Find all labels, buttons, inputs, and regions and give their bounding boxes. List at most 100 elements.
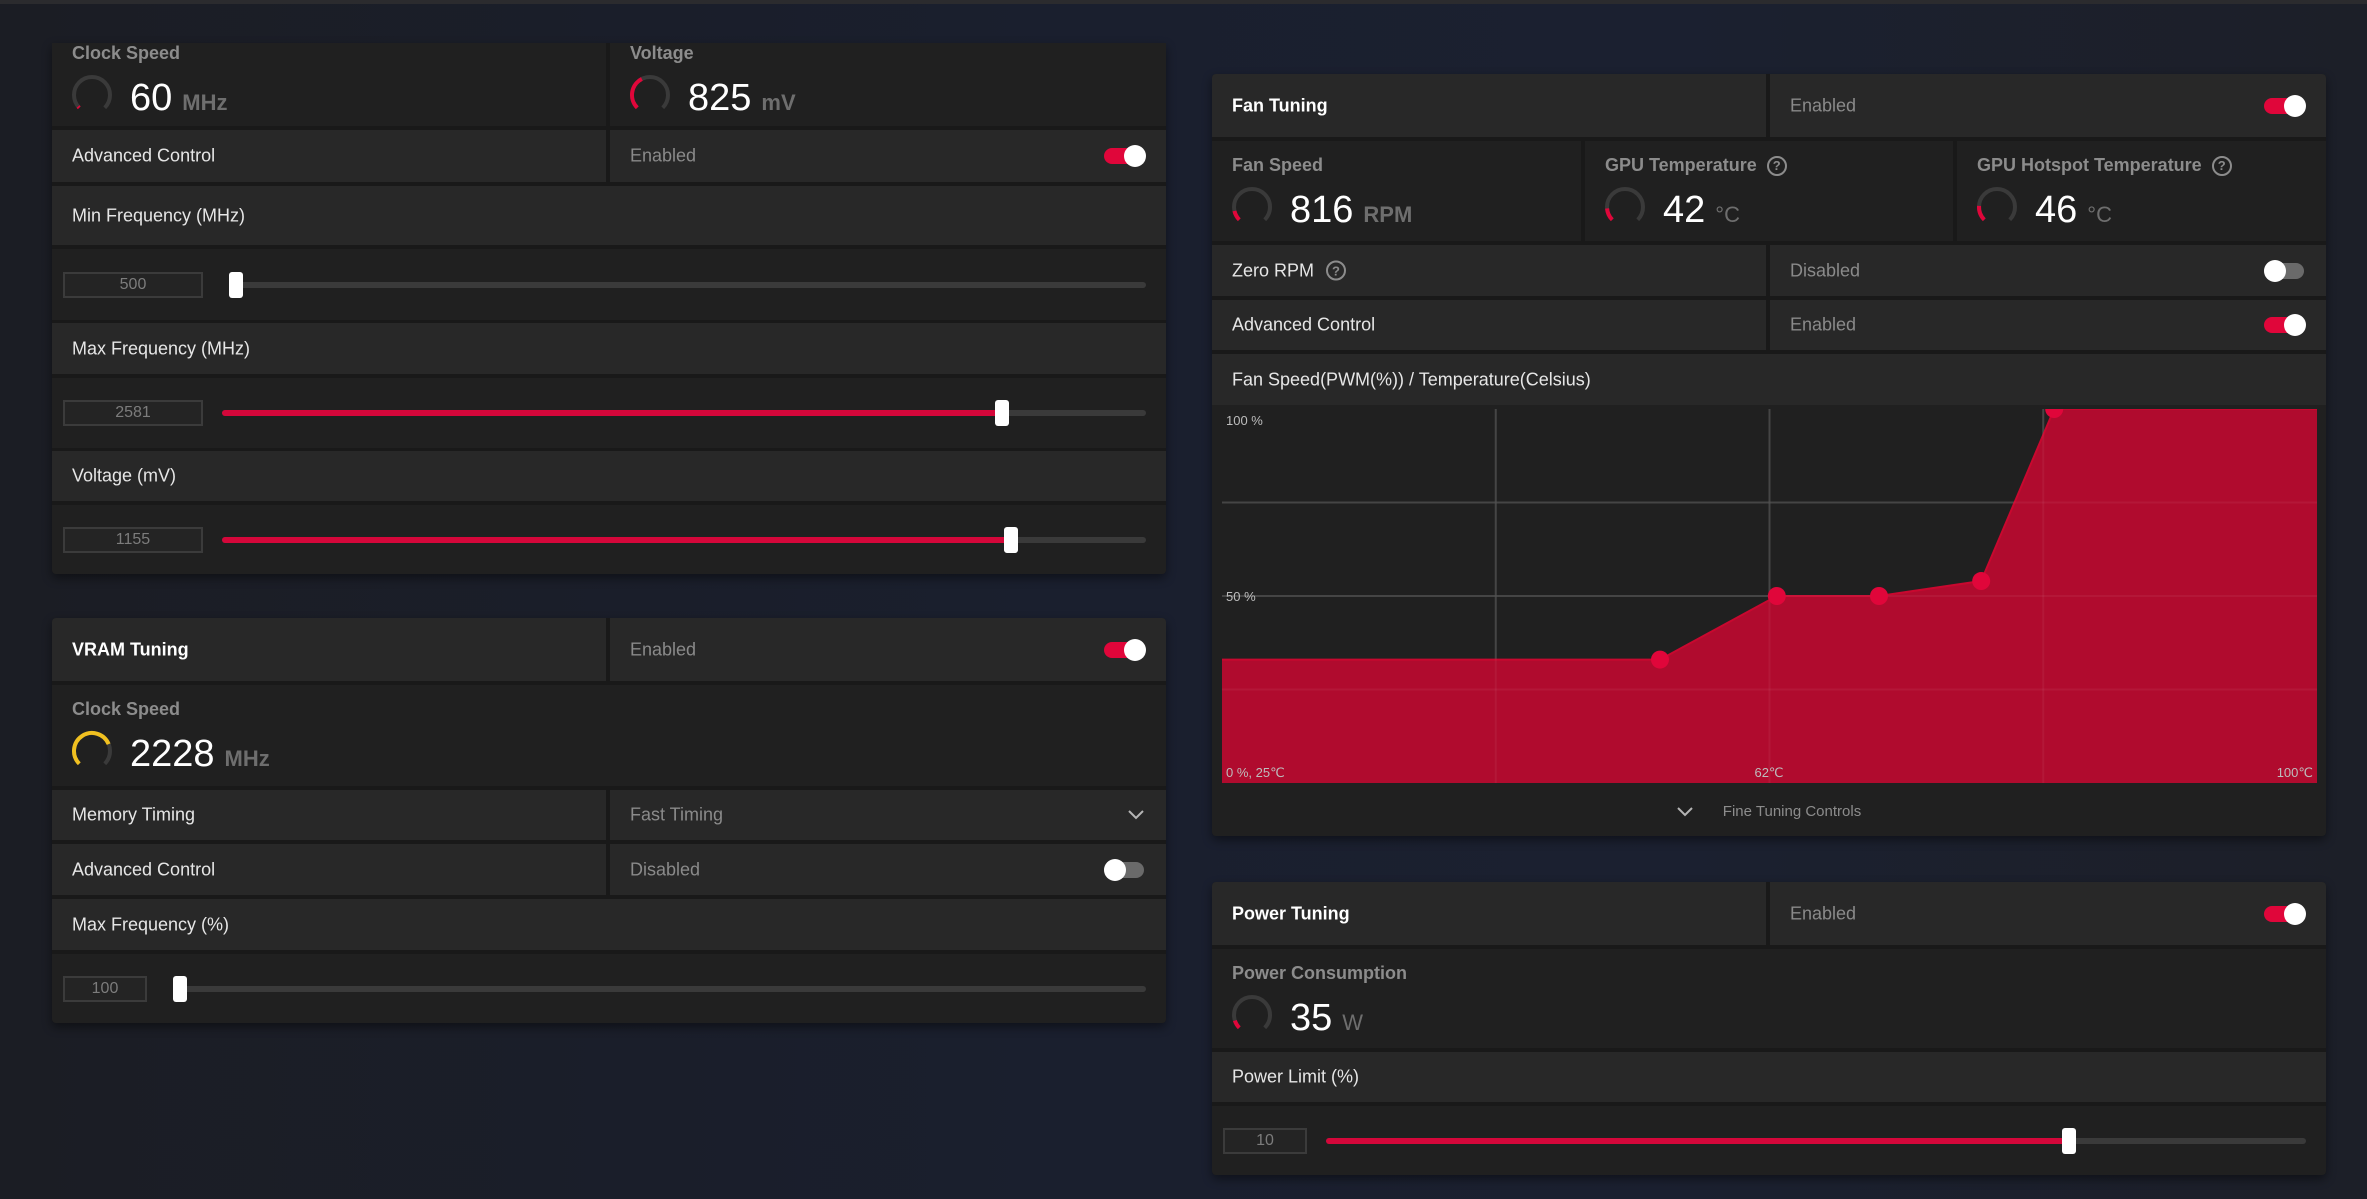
help-icon[interactable]: ? bbox=[2211, 155, 2232, 176]
origin-tick-label: 0 %, 25℃ bbox=[1226, 765, 1285, 780]
zero-rpm-label-cell: Zero RPM ? bbox=[1212, 245, 1766, 296]
max-frequency-slider[interactable] bbox=[222, 398, 1146, 428]
gpu-temperature-value: 42 bbox=[1663, 189, 1706, 231]
fan-tuning-title: Fan Tuning bbox=[1232, 95, 1328, 115]
vram-header-row: VRAM Tuning Enabled bbox=[52, 618, 1166, 681]
window-top-bar bbox=[0, 0, 2367, 4]
min-frequency-input[interactable]: 500 bbox=[63, 271, 203, 298]
y-tick-label-100: 100 % bbox=[1226, 413, 1263, 428]
gpu-advanced-control-toggle[interactable] bbox=[1104, 145, 1146, 167]
fan-status-cell: Enabled bbox=[1770, 74, 2326, 137]
fan-stats-row: Fan Speed 816 RPM GPU Temperature ? 42 °… bbox=[1212, 141, 2326, 241]
fan-speed-value-group: 816 RPM bbox=[1230, 185, 1412, 229]
slider-thumb[interactable] bbox=[229, 271, 243, 298]
zero-rpm-status: Disabled bbox=[1790, 260, 1861, 280]
gpu-temperature-stat: GPU Temperature ? 42 °C bbox=[1585, 141, 1953, 241]
fan-tuning-toggle[interactable] bbox=[2264, 94, 2306, 117]
help-icon[interactable]: ? bbox=[1766, 155, 1787, 176]
vram-max-frequency-input[interactable]: 100 bbox=[63, 975, 147, 1002]
vram-clock-speed-title: Clock Speed bbox=[72, 699, 181, 719]
power-tuning-title: Power Tuning bbox=[1232, 903, 1350, 923]
gauge-track bbox=[1605, 187, 1645, 222]
slider-fill bbox=[222, 410, 1002, 416]
power-consumption-value-group: 35 W bbox=[1230, 993, 1363, 1037]
voltage-stat: Voltage 825 mV bbox=[610, 43, 1166, 126]
vram-tuning-toggle[interactable] bbox=[1104, 638, 1146, 661]
vram-max-frequency-label: Max Frequency (%) bbox=[72, 914, 230, 934]
chevron-down-icon bbox=[1128, 810, 1144, 820]
fan-advanced-control-value-cell: Enabled bbox=[1770, 300, 2326, 350]
fan-header-row: Fan Tuning Enabled bbox=[1212, 74, 2326, 137]
fan-tuning-panel: Fan Tuning Enabled Fan Speed 816 RPM GPU… bbox=[1212, 74, 2326, 836]
memory-timing-dropdown[interactable]: Fast Timing bbox=[610, 790, 1166, 840]
gauge-fill bbox=[630, 77, 643, 110]
gpu-temperature-unit: °C bbox=[1715, 202, 1740, 227]
power-tuning-status: Enabled bbox=[1790, 903, 1857, 923]
gauge-fill bbox=[72, 731, 111, 766]
vram-clock-speed-stat: Clock Speed 2228 MHz bbox=[52, 685, 1166, 786]
fan-speed-value: 816 bbox=[1290, 189, 1354, 231]
power-consumption-gauge-icon bbox=[1232, 995, 1272, 1030]
zero-rpm-value-cell: Disabled bbox=[1770, 245, 2326, 296]
power-limit-input[interactable]: 10 bbox=[1223, 1127, 1307, 1154]
vram-status-cell: Enabled bbox=[610, 618, 1166, 681]
slider-thumb[interactable] bbox=[173, 975, 187, 1002]
gauge-fill bbox=[1232, 210, 1241, 222]
x-tick-label-62: 62℃ bbox=[1754, 765, 1783, 780]
fan-speed-gauge-icon bbox=[1232, 187, 1272, 222]
clock-speed-stat: Clock Speed 60 MHz bbox=[52, 43, 606, 126]
power-limit-slider[interactable] bbox=[1326, 1126, 2306, 1156]
vram-max-frequency-slider[interactable] bbox=[173, 974, 1146, 1004]
fan-curve-point-4[interactable] bbox=[1972, 572, 1991, 591]
gpu-stats-row: Clock Speed 60 MHz Voltage 825 mV bbox=[52, 43, 1166, 126]
fan-curve-chart[interactable]: 100 % 50 % 0 %, 25℃ 62℃ 100℃ bbox=[1222, 409, 2317, 783]
vram-tuning-status: Enabled bbox=[630, 639, 697, 659]
fan-tuning-status: Enabled bbox=[1790, 95, 1857, 115]
gpu-hotspot-temperature-title: GPU Hotspot Temperature bbox=[1977, 155, 2202, 175]
y-tick-label-50: 50 % bbox=[1226, 589, 1256, 604]
slider-thumb[interactable] bbox=[1004, 526, 1019, 553]
gauge-track bbox=[72, 75, 112, 110]
help-icon[interactable]: ? bbox=[1326, 260, 1347, 281]
voltage-value: 825 bbox=[688, 77, 752, 119]
power-status-cell: Enabled bbox=[1770, 882, 2326, 945]
slider-thumb[interactable] bbox=[2061, 1127, 2076, 1154]
vram-advanced-control-toggle[interactable] bbox=[1104, 858, 1146, 881]
vram-advanced-control-row: Advanced Control Disabled bbox=[52, 844, 1166, 895]
voltage-title: Voltage bbox=[630, 43, 694, 63]
gpu-hotspot-title-group: GPU Hotspot Temperature ? bbox=[1977, 155, 2232, 176]
chevron-down-icon bbox=[1677, 806, 1693, 816]
fan-curve-point-2[interactable] bbox=[1767, 587, 1786, 605]
power-title-cell: Power Tuning bbox=[1212, 882, 1766, 945]
power-limit-slider-row: 10 bbox=[1212, 1106, 2326, 1175]
vram-advanced-control-label: Advanced Control bbox=[72, 859, 216, 879]
power-tuning-toggle[interactable] bbox=[2264, 902, 2306, 925]
fan-curve-svg[interactable]: 100 % 50 % 0 %, 25℃ 62℃ 100℃ bbox=[1222, 409, 2317, 783]
voltage-input[interactable]: 1155 bbox=[63, 526, 203, 553]
fan-curve-point-1[interactable] bbox=[1651, 650, 1669, 669]
gpu-advanced-control-label: Advanced Control bbox=[72, 145, 216, 166]
zero-rpm-row: Zero RPM ? Disabled bbox=[1212, 245, 2326, 296]
voltage-slider-header: Voltage (mV) bbox=[52, 451, 1166, 501]
vram-max-frequency-header: Max Frequency (%) bbox=[52, 899, 1166, 950]
voltage-slider[interactable] bbox=[222, 525, 1146, 555]
gpu-temperature-title-group: GPU Temperature ? bbox=[1605, 155, 1787, 176]
fine-tuning-controls-button[interactable]: Fine Tuning Controls bbox=[1212, 787, 2326, 836]
vram-tuning-panel: VRAM Tuning Enabled Clock Speed 2228 MHz… bbox=[52, 618, 1166, 1023]
fan-curve-header: Fan Speed(PWM(%)) / Temperature(Celsius) bbox=[1212, 354, 2326, 405]
gpu-hotspot-temperature-unit: °C bbox=[2087, 202, 2112, 227]
zero-rpm-label: Zero RPM bbox=[1232, 260, 1315, 280]
zero-rpm-toggle[interactable] bbox=[2264, 259, 2306, 282]
memory-timing-label-cell: Memory Timing bbox=[52, 790, 606, 840]
fan-curve-point-3[interactable] bbox=[1870, 587, 1888, 605]
fan-advanced-control-toggle[interactable] bbox=[2264, 314, 2306, 336]
min-frequency-slider[interactable] bbox=[229, 270, 1146, 300]
max-frequency-input[interactable]: 2581 bbox=[63, 400, 203, 426]
memory-timing-label: Memory Timing bbox=[72, 804, 196, 825]
vram-max-frequency-slider-row: 100 bbox=[52, 954, 1166, 1023]
fan-speed-stat: Fan Speed 816 RPM bbox=[1212, 141, 1581, 241]
gpu-temperature-gauge-icon bbox=[1605, 187, 1645, 222]
voltage-slider-row: 1155 bbox=[52, 505, 1166, 574]
max-frequency-header: Max Frequency (MHz) bbox=[52, 323, 1166, 374]
slider-thumb[interactable] bbox=[994, 400, 1009, 426]
